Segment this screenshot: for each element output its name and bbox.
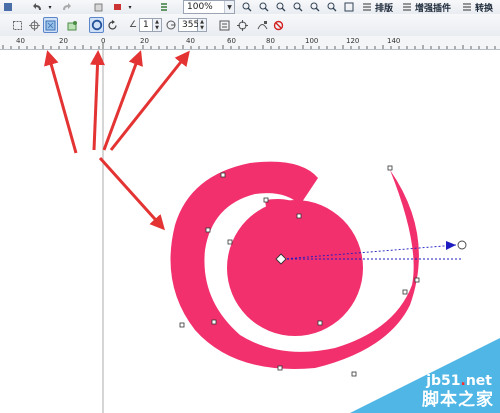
- menu-plugins-label: 增强插件: [415, 3, 452, 14]
- watermark-site-name: 脚本之家: [422, 390, 494, 410]
- ruler-tick-label: 40: [16, 37, 25, 45]
- ruler-tick-label: 40: [186, 37, 195, 45]
- ruler-tick-label: 20: [59, 37, 68, 45]
- menu-plugins[interactable]: 增强插件: [402, 0, 451, 14]
- undo-icon[interactable]: [32, 1, 44, 13]
- target-icon[interactable]: [236, 19, 249, 32]
- wrap-text-icon[interactable]: [218, 19, 231, 32]
- horizontal-ruler[interactable]: 40 20 0 20 40 60 80 100 120 140: [0, 36, 500, 50]
- application-launcher-icon[interactable]: [158, 1, 170, 13]
- spiral-revolutions-stepper[interactable]: ▲ ▼: [153, 18, 162, 32]
- zoom-in-icon[interactable]: [241, 1, 253, 13]
- rotation-handle[interactable]: [457, 240, 467, 250]
- ruler-tick-label: 100: [305, 37, 319, 45]
- watermark: jb51.net 脚本之家: [350, 338, 500, 413]
- layout-icon: [363, 3, 371, 11]
- expansion-angle-icon: ∠: [129, 20, 138, 30]
- ruler-tick-label: 0: [101, 37, 106, 45]
- spiral-mode-button[interactable]: [89, 17, 104, 33]
- zoom-level-value: 100%: [187, 2, 213, 12]
- save-icon[interactable]: [2, 1, 14, 13]
- no-fill-icon[interactable]: [272, 19, 285, 32]
- export-dropdown-icon[interactable]: ▾: [126, 1, 134, 13]
- zoom-out-icon[interactable]: [258, 1, 270, 13]
- convert-icon: [463, 3, 471, 11]
- chevron-down-icon[interactable]: ▼: [224, 1, 234, 13]
- ruler-tick-label: 120: [346, 37, 360, 45]
- spiral-expansion-field[interactable]: 355: [178, 18, 200, 32]
- zoom-width-icon[interactable]: [326, 1, 338, 13]
- transform-icon[interactable]: [28, 19, 41, 32]
- spiral-expansion-value: 355: [182, 20, 200, 30]
- zoom-page-icon[interactable]: [309, 1, 321, 13]
- menu-convert-label: 转换: [475, 3, 494, 14]
- ruler-tick-label: 20: [140, 37, 149, 45]
- redo-icon[interactable]: [60, 1, 72, 13]
- convert-to-curves-icon[interactable]: [256, 19, 269, 32]
- export-icon[interactable]: [112, 1, 124, 13]
- spiral-revolutions-value: 1: [143, 20, 149, 30]
- rotate-icon[interactable]: [106, 19, 119, 32]
- zoom-selected-icon[interactable]: [275, 1, 287, 13]
- expansion-icon: [165, 19, 177, 31]
- object-size-icon[interactable]: [11, 19, 24, 32]
- menu-convert[interactable]: 转换: [462, 0, 493, 14]
- spiral-revolutions-field[interactable]: 1: [139, 18, 153, 32]
- annotation-arrows: [44, 50, 190, 231]
- property-bar: ∠ 1 ▲ ▼ 355 ▲ ▼: [0, 14, 500, 37]
- zoom-all-icon[interactable]: [292, 1, 304, 13]
- plugins-icon: [403, 3, 411, 11]
- zoom-height-icon[interactable]: [343, 1, 355, 13]
- stepper-down-icon[interactable]: ▼: [153, 25, 161, 31]
- menu-layout-label: 排版: [375, 3, 394, 14]
- stepper-down-icon[interactable]: ▼: [198, 25, 206, 31]
- spiral-inner-disk[interactable]: [227, 200, 363, 336]
- menu-layout[interactable]: 排版: [362, 0, 393, 14]
- ruler-tick-label: 60: [227, 37, 236, 45]
- undo-dropdown-icon[interactable]: ▾: [46, 1, 54, 13]
- logarithmic-spiral-icon[interactable]: [66, 19, 79, 32]
- symmetric-spiral-button[interactable]: [43, 17, 58, 33]
- import-icon[interactable]: [93, 1, 105, 13]
- zoom-level-combo[interactable]: 100% ▼: [183, 0, 235, 14]
- ruler-tick-label: 140: [387, 37, 401, 45]
- ruler-tick-label: 80: [266, 37, 275, 45]
- ruler-ticks: [2, 43, 496, 49]
- standard-toolbar: ▾ ▾ 100% ▼ 排版 增强插件 转换: [0, 0, 500, 15]
- direction-arrow-icon: [446, 241, 456, 250]
- spiral-expansion-stepper[interactable]: ▲ ▼: [198, 18, 207, 32]
